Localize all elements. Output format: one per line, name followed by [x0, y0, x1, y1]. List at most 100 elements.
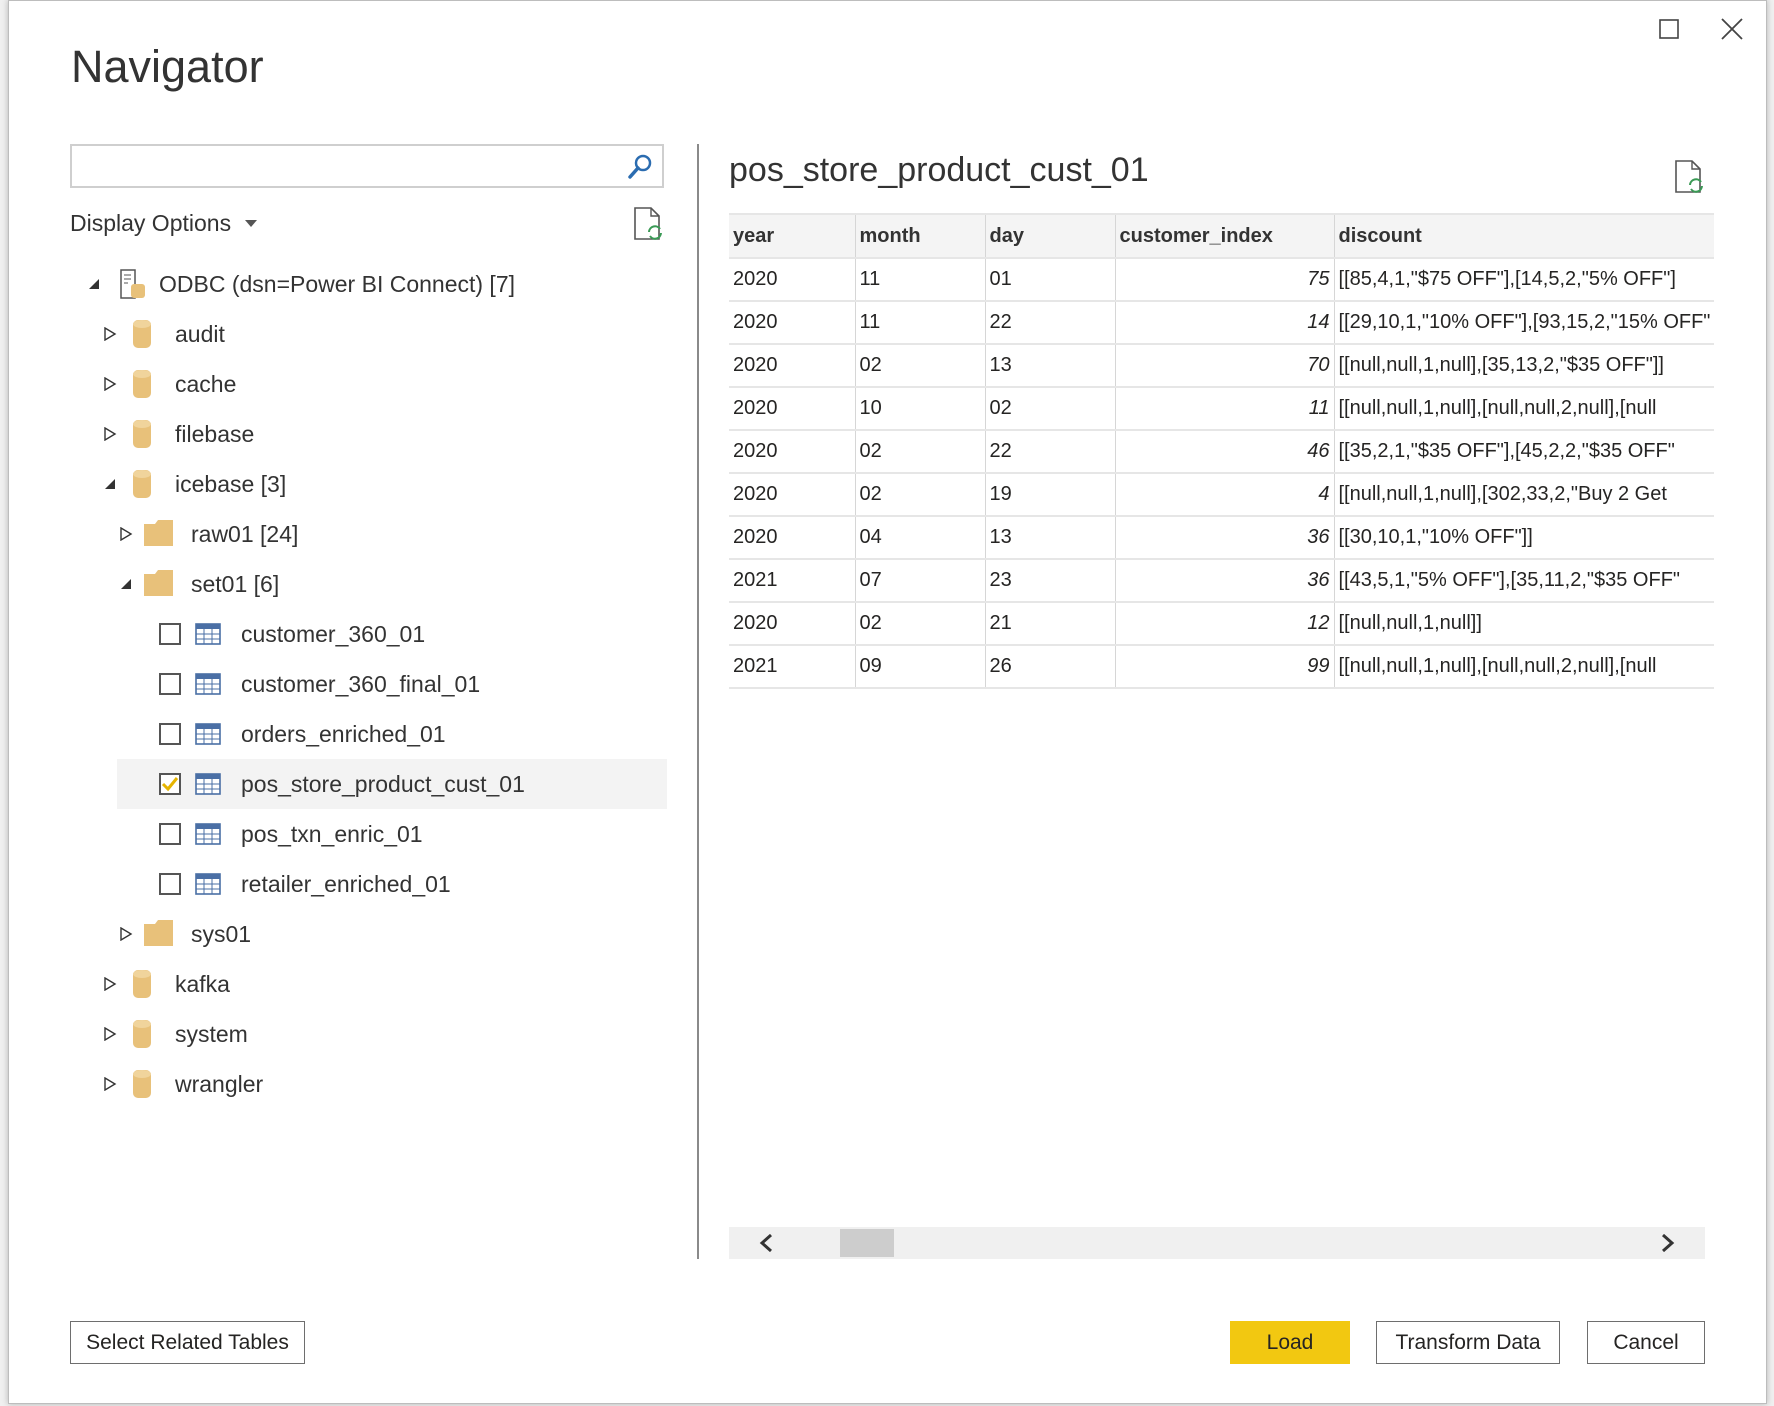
- table-cell: 02: [855, 430, 986, 474]
- table-cell: 2020: [729, 473, 856, 517]
- column-header-year[interactable]: year: [729, 213, 856, 259]
- table-header-row: year month day customer_index discount: [729, 213, 1715, 259]
- table-cell: 11: [1115, 387, 1335, 431]
- table-cell: 2020: [729, 430, 856, 474]
- table-icon: [195, 823, 221, 845]
- expand-arrow-icon[interactable]: [103, 427, 117, 441]
- database-icon: [133, 1020, 151, 1048]
- tree-item[interactable]: customer_360_01: [9, 609, 669, 659]
- checkbox[interactable]: [159, 623, 181, 645]
- search-input[interactable]: [72, 146, 628, 184]
- tree-item[interactable]: sys01: [9, 909, 669, 959]
- table-cell: [[null,null,1,null],[null,null,2,null],[…: [1334, 645, 1715, 689]
- horizontal-scrollbar[interactable]: [729, 1227, 1705, 1259]
- tree-item[interactable]: customer_360_final_01: [9, 659, 669, 709]
- collapse-arrow-icon[interactable]: [119, 577, 133, 591]
- expand-arrow-icon[interactable]: [103, 977, 117, 991]
- tree-item[interactable]: wrangler: [9, 1059, 669, 1109]
- expand-arrow-icon[interactable]: [119, 927, 133, 941]
- tree-item[interactable]: orders_enriched_01: [9, 709, 669, 759]
- tree-item-label: orders_enriched_01: [241, 721, 446, 747]
- table-cell: 02: [855, 344, 986, 388]
- table-cell: [[43,5,1,"5% OFF"],[35,11,2,"$35 OFF": [1334, 559, 1715, 603]
- dialog-title: Navigator: [71, 41, 264, 92]
- table-cell: 26: [985, 645, 1116, 689]
- table-cell: 11: [855, 258, 986, 302]
- expand-arrow-icon[interactable]: [119, 527, 133, 541]
- table-row: 2021 07 23 36 [[43,5,1,"5% OFF"],[35,11,2,"$…: [729, 559, 1715, 603]
- tree-item-label: retailer_enriched_01: [241, 871, 451, 897]
- expand-arrow-icon[interactable]: [103, 377, 117, 391]
- table-cell: 4: [1115, 473, 1335, 517]
- tree-item-label: kafka: [175, 971, 230, 997]
- tree-item[interactable]: raw01 [24]: [9, 509, 669, 559]
- tree-item[interactable]: set01 [6]: [9, 559, 669, 609]
- table-cell: 10: [855, 387, 986, 431]
- column-header-discount[interactable]: discount: [1334, 213, 1715, 259]
- display-options-dropdown[interactable]: Display Options: [70, 210, 258, 237]
- collapse-arrow-icon[interactable]: [87, 277, 101, 291]
- table-cell: 2020: [729, 301, 856, 345]
- tree-item[interactable]: ODBC (dsn=Power BI Connect) [7]: [9, 259, 669, 309]
- table-cell: [[85,4,1,"$75 OFF"],[14,5,2,"5% OFF"]: [1334, 258, 1715, 302]
- tree-item[interactable]: pos_store_product_cust_01: [117, 759, 667, 809]
- expand-arrow-icon[interactable]: [103, 1077, 117, 1091]
- table-cell: 46: [1115, 430, 1335, 474]
- table-cell: 22: [985, 430, 1116, 474]
- column-header-customer-index[interactable]: customer_index: [1115, 213, 1335, 259]
- cancel-button[interactable]: Cancel: [1587, 1321, 1705, 1364]
- tree-item[interactable]: audit: [9, 309, 669, 359]
- table-icon: [195, 673, 221, 695]
- search-icon[interactable]: [626, 153, 654, 181]
- expand-arrow-icon[interactable]: [103, 327, 117, 341]
- scrollbar-thumb[interactable]: [840, 1229, 894, 1257]
- folder-icon: [144, 570, 173, 596]
- refresh-preview-icon[interactable]: [633, 206, 665, 242]
- checkbox[interactable]: [159, 823, 181, 845]
- tree-item[interactable]: kafka: [9, 959, 669, 1009]
- tree-item-label: cache: [175, 371, 237, 397]
- checkbox[interactable]: [159, 773, 181, 795]
- table-cell: 02: [855, 473, 986, 517]
- select-related-tables-button[interactable]: Select Related Tables: [70, 1321, 305, 1364]
- checkbox[interactable]: [159, 723, 181, 745]
- column-header-day[interactable]: day: [985, 213, 1116, 259]
- folder-icon: [144, 520, 173, 546]
- tree-item[interactable]: retailer_enriched_01: [9, 859, 669, 909]
- tree-item[interactable]: system: [9, 1009, 669, 1059]
- scroll-right-icon[interactable]: [1661, 1234, 1675, 1252]
- collapse-arrow-icon[interactable]: [103, 477, 117, 491]
- tree-item-label: audit: [175, 321, 225, 347]
- table-row: 2020 02 19 4 [[null,null,1,null],[302,33,2,"…: [729, 473, 1715, 517]
- tree-item[interactable]: cache: [9, 359, 669, 409]
- checkbox[interactable]: [159, 873, 181, 895]
- chevron-down-icon: [245, 219, 258, 227]
- table-cell: 2020: [729, 387, 856, 431]
- table-cell: 07: [855, 559, 986, 603]
- table-cell: 36: [1115, 559, 1335, 603]
- column-header-month[interactable]: month: [855, 213, 986, 259]
- scroll-left-icon[interactable]: [759, 1234, 773, 1252]
- database-icon: [133, 970, 151, 998]
- maximize-button[interactable]: [1649, 11, 1689, 47]
- tree-item-label: wrangler: [175, 1071, 264, 1097]
- table-cell: 11: [855, 301, 986, 345]
- tree-item[interactable]: filebase: [9, 409, 669, 459]
- table-cell: 2020: [729, 344, 856, 388]
- table-icon: [195, 623, 221, 645]
- table-icon: [195, 723, 221, 745]
- expand-arrow-icon[interactable]: [103, 1027, 117, 1041]
- load-button[interactable]: Load: [1230, 1321, 1350, 1364]
- table-cell: [[null,null,1,null],[302,33,2,"Buy 2 Get: [1334, 473, 1715, 517]
- checkbox[interactable]: [159, 673, 181, 695]
- close-button[interactable]: [1712, 11, 1752, 47]
- table-cell: 2021: [729, 559, 856, 603]
- table-cell: 09: [855, 645, 986, 689]
- refresh-preview-icon[interactable]: [1674, 159, 1706, 195]
- table-cell: [[30,10,1,"10% OFF"]]: [1334, 516, 1715, 560]
- tree-item[interactable]: pos_txn_enric_01: [9, 809, 669, 859]
- table-cell: 01: [985, 258, 1116, 302]
- table-cell: 36: [1115, 516, 1335, 560]
- transform-data-button[interactable]: Transform Data: [1376, 1321, 1560, 1364]
- tree-item[interactable]: icebase [3]: [9, 459, 669, 509]
